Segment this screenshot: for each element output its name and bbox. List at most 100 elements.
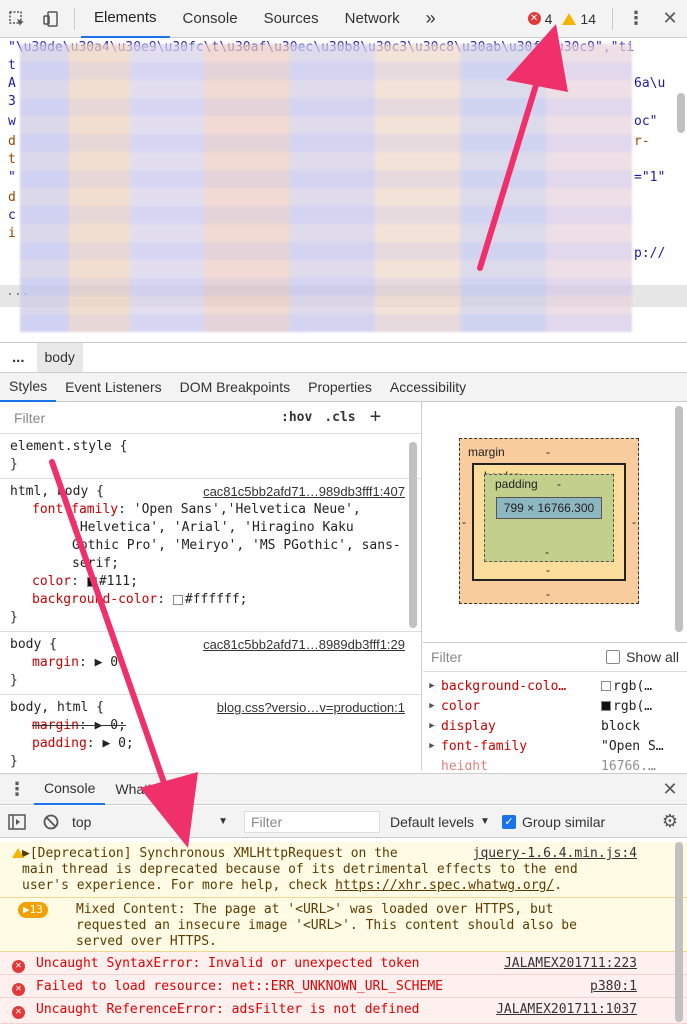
- prop-value[interactable]: #ffffff;: [185, 592, 248, 607]
- prop-value[interactable]: #111;: [99, 574, 138, 589]
- console-filter-input[interactable]: Filter: [244, 810, 380, 833]
- console-message-error[interactable]: ✕ Failed to load resource: net::ERR_UNKN…: [0, 975, 687, 998]
- breadcrumb-body[interactable]: body: [36, 342, 83, 372]
- group-similar-checkbox[interactable]: ✓: [501, 814, 516, 829]
- color-swatch[interactable]: [172, 594, 183, 605]
- device-toolbar-icon[interactable]: [34, 0, 68, 38]
- margin-top-value[interactable]: -: [546, 445, 550, 459]
- cls-toggle[interactable]: .cls: [324, 410, 355, 425]
- box-model-border[interactable]: border - - padding - - 799 × 16766.300: [472, 463, 626, 581]
- prop-name[interactable]: font-family: [32, 502, 118, 517]
- expand-icon[interactable]: ▶: [423, 701, 441, 711]
- hov-toggle[interactable]: :hov: [281, 410, 312, 425]
- new-style-rule-button[interactable]: +: [370, 406, 382, 429]
- console-message-warning[interactable]: ▶[Deprecation] Synchronous XMLHttpReques…: [0, 842, 687, 898]
- error-count[interactable]: 4: [545, 11, 553, 27]
- tab-sources[interactable]: Sources: [251, 0, 332, 38]
- clear-console-icon[interactable]: [34, 814, 68, 830]
- computed-row[interactable]: ▶ display block: [423, 716, 687, 736]
- prop-value[interactable]: 'Open Sans','Helvetica Neue',: [134, 502, 361, 517]
- message-source-link[interactable]: jquery-1.6.4.min.js:4: [473, 846, 637, 862]
- drawer-menu-icon[interactable]: ⋮: [0, 770, 34, 808]
- padding-bottom-value[interactable]: -: [545, 545, 549, 559]
- style-rule-body-html[interactable]: body, html { blog.css?versio…v=productio…: [0, 695, 421, 770]
- box-model-margin[interactable]: margin - - - - border - - padding - - 79…: [459, 438, 639, 604]
- margin-bottom-value[interactable]: -: [546, 587, 550, 601]
- console-settings-gear-icon[interactable]: ⚙: [653, 811, 687, 832]
- computed-prop-value: "Open S…: [601, 738, 664, 754]
- prop-name[interactable]: background-color: [32, 592, 157, 607]
- tab-event-listeners[interactable]: Event Listeners: [56, 372, 171, 402]
- expand-icon[interactable]: ▶: [423, 681, 441, 691]
- prop-name[interactable]: margin: [32, 655, 79, 670]
- tab-dom-breakpoints[interactable]: DOM Breakpoints: [171, 372, 299, 402]
- more-tabs-button[interactable]: »: [413, 0, 449, 38]
- tab-console[interactable]: Console: [170, 0, 251, 38]
- margin-right-value[interactable]: -: [632, 515, 636, 529]
- tab-drawer-console[interactable]: Console: [34, 773, 106, 805]
- prop-name[interactable]: margin: [32, 718, 79, 733]
- styles-filter-input[interactable]: Filter: [6, 405, 269, 430]
- prop-value[interactable]: ▶ 0;: [95, 718, 126, 733]
- close-drawer-icon[interactable]: ✕: [653, 770, 687, 808]
- sidebar-toggle-icon[interactable]: [0, 813, 34, 830]
- message-source-link[interactable]: JALAMEX201711:1037: [496, 1002, 637, 1018]
- console-message-error[interactable]: ✕ Uncaught SyntaxError: Invalid or unexp…: [0, 952, 687, 975]
- kebab-menu-icon[interactable]: ⋮: [619, 0, 653, 38]
- box-model-scrollbar[interactable]: [675, 406, 683, 632]
- rule-source-link[interactable]: blog.css?versio…v=production:1: [217, 699, 405, 717]
- log-levels-dropdown[interactable]: Default levels ▼: [390, 814, 490, 830]
- show-all-toggle[interactable]: Show all: [606, 649, 679, 665]
- computed-filter-input[interactable]: Filter: [431, 649, 462, 665]
- tab-accessibility[interactable]: Accessibility: [381, 372, 475, 402]
- rule-source-link[interactable]: cac81c5bb2afd71…8989db3fff1:29: [203, 636, 405, 654]
- error-icon: ✕: [12, 957, 29, 973]
- tab-properties[interactable]: Properties: [299, 372, 381, 402]
- show-all-label: Show all: [626, 649, 679, 665]
- box-model-content[interactable]: 799 × 16766.300: [496, 497, 602, 519]
- computed-row[interactable]: ▶ background-colo… rgb(…: [423, 676, 687, 696]
- computed-row[interactable]: ▶ font-family "Open S…: [423, 736, 687, 756]
- warning-count[interactable]: 14: [580, 11, 596, 27]
- style-rule-element[interactable]: element.style { }: [0, 434, 421, 479]
- tab-network[interactable]: Network: [332, 0, 413, 38]
- expand-icon[interactable]: ▶: [423, 741, 441, 751]
- tab-styles[interactable]: Styles: [0, 372, 57, 402]
- color-swatch[interactable]: [86, 576, 97, 587]
- margin-left-value[interactable]: -: [462, 515, 466, 529]
- console-message-warning-group[interactable]: ▶13 Mixed Content: The page at '<URL>' w…: [0, 898, 687, 952]
- message-source-link[interactable]: p380:1: [590, 979, 637, 995]
- console-message-error[interactable]: ✕ Uncaught ReferenceError: adsFilter is …: [0, 998, 687, 1024]
- breadcrumb-more[interactable]: ...: [0, 349, 37, 366]
- message-source-link[interactable]: JALAMEX201711:223: [504, 956, 637, 972]
- devtools-toolbar: Elements Console Sources Network » ✕ 4 1…: [0, 0, 687, 38]
- dropdown-caret-icon: ▼: [480, 816, 490, 827]
- group-similar-toggle[interactable]: ✓ Group similar: [501, 814, 605, 830]
- close-icon[interactable]: ✕: [653, 0, 687, 38]
- computed-row[interactable]: height 16766.…: [423, 756, 687, 771]
- elements-dom-tree[interactable]: "\u30de\u30a4\u30e9\u30fc\t\u30af\u30ec\…: [0, 38, 687, 340]
- dom-tree-scrollbar[interactable]: [677, 93, 685, 133]
- context-selector[interactable]: top ▼: [68, 814, 238, 830]
- prop-value[interactable]: ▶ 0: [95, 655, 118, 670]
- expand-icon[interactable]: ▶: [423, 721, 441, 731]
- box-model-padding[interactable]: padding - - 799 × 16766.300: [484, 474, 614, 562]
- prop-value[interactable]: ▶ 0;: [102, 736, 133, 751]
- computed-row[interactable]: ▶ color rgb(…: [423, 696, 687, 716]
- prop-name[interactable]: padding: [32, 736, 87, 751]
- inspect-element-icon[interactable]: [0, 0, 34, 38]
- console-scrollbar[interactable]: [675, 842, 683, 1022]
- border-bottom-value[interactable]: -: [546, 563, 550, 577]
- prop-name[interactable]: color: [32, 574, 71, 589]
- tab-elements[interactable]: Elements: [81, 0, 170, 38]
- prop-value-cont: Gothic Pro', 'Meiryo', 'MS PGothic', san…: [72, 538, 401, 553]
- show-all-checkbox[interactable]: [606, 650, 621, 664]
- rule-source-link[interactable]: cac81c5bb2afd71…989db3fff1:407: [203, 483, 405, 501]
- styles-scrollbar[interactable]: [409, 442, 417, 628]
- style-rule-body[interactable]: body { cac81c5bb2afd71…8989db3fff1:29 ma…: [0, 632, 421, 695]
- style-rule-html-body[interactable]: html, body { cac81c5bb2afd71…989db3fff1:…: [0, 479, 421, 632]
- repeat-count-badge[interactable]: ▶13: [18, 902, 48, 918]
- message-link[interactable]: https://xhr.spec.whatwg.org/: [335, 878, 554, 893]
- tab-whats-new[interactable]: What's New: [105, 773, 199, 805]
- padding-top-value[interactable]: -: [557, 477, 561, 491]
